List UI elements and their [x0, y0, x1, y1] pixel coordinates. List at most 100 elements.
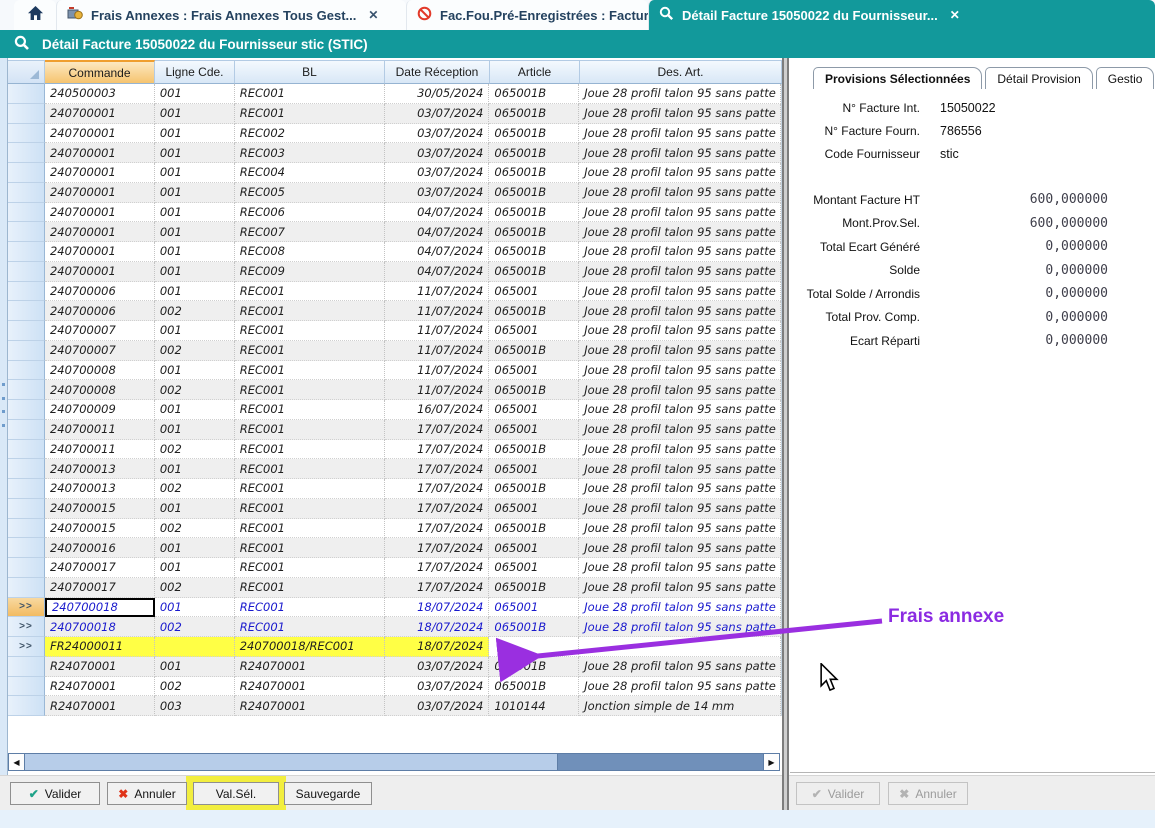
grid-cell[interactable]: REC008 — [235, 242, 385, 262]
grid-cell[interactable]: 240700013 — [45, 459, 155, 479]
table-row[interactable]: 240700001001REC00503/07/2024065001BJoue … — [8, 183, 781, 203]
grid-cell[interactable]: 065001 — [489, 558, 579, 578]
grid-cell[interactable]: REC001 — [235, 341, 385, 361]
grid-cell[interactable]: 001 — [155, 420, 235, 440]
table-row[interactable]: 240700001001REC00103/07/2024065001BJoue … — [8, 104, 781, 124]
grid-cell[interactable]: Joue 28 profil talon 95 sans patte u — [579, 222, 781, 242]
grid-cell[interactable]: 001 — [155, 203, 235, 223]
grid-cell[interactable]: 240700008 — [45, 361, 155, 381]
grid-cell[interactable]: Joue 28 profil talon 95 sans patte u — [579, 380, 781, 400]
grid-cell[interactable]: REC001 — [235, 479, 385, 499]
grid-cell[interactable]: Joue 28 profil talon 95 sans patte u — [579, 84, 781, 104]
grid-cell[interactable]: Joue 28 profil talon 95 sans patte u — [579, 242, 781, 262]
grid-cell[interactable]: Joue 28 profil talon 95 sans patte u — [579, 440, 781, 460]
grid-cell[interactable]: 065001 — [489, 420, 579, 440]
table-row[interactable]: 240700001001REC00904/07/2024065001BJoue … — [8, 262, 781, 282]
grid-cell[interactable]: 065001B — [489, 301, 579, 321]
table-row[interactable]: 240700001001REC00804/07/2024065001BJoue … — [8, 242, 781, 262]
grid-cell[interactable]: Joue 28 profil talon 95 sans patte u — [579, 420, 781, 440]
grid-cell[interactable]: 240700017 — [45, 578, 155, 598]
grid-cell[interactable]: 001 — [155, 321, 235, 341]
table-row[interactable]: 240700015001REC00117/07/2024065001Joue 2… — [8, 499, 781, 519]
grid-cell[interactable]: 001 — [155, 222, 235, 242]
table-row[interactable]: 240700016001REC00117/07/2024065001Joue 2… — [8, 538, 781, 558]
grid-cell[interactable]: 002 — [155, 380, 235, 400]
table-row[interactable]: 240500003001REC00130/05/2024065001BJoue … — [8, 84, 781, 104]
grid-cell[interactable]: 001 — [155, 262, 235, 282]
grid-cell[interactable]: 03/07/2024 — [385, 143, 490, 163]
row-marker[interactable] — [8, 420, 45, 440]
grid-cell[interactable]: 240700001 — [45, 203, 155, 223]
grid-cell[interactable]: Joue 28 profil talon 95 sans patte u — [579, 538, 781, 558]
grid-cell[interactable]: 240700001 — [45, 104, 155, 124]
grid-cell[interactable]: 065001B — [489, 124, 579, 144]
grid-cell[interactable]: R24070001 — [45, 677, 155, 697]
close-icon[interactable]: ✕ — [368, 8, 378, 22]
tab-detail-provision[interactable]: Détail Provision — [985, 67, 1092, 89]
table-row[interactable]: 240700013001REC00117/07/2024065001Joue 2… — [8, 459, 781, 479]
scrollbar-right-arrow[interactable]: ▶ — [763, 754, 779, 770]
row-marker[interactable] — [8, 400, 45, 420]
grid-cell[interactable]: 240500003 — [45, 84, 155, 104]
grid-cell[interactable]: 240700001 — [45, 183, 155, 203]
row-marker[interactable] — [8, 183, 45, 203]
grid-cell[interactable]: 240700001 — [45, 242, 155, 262]
grid-cell[interactable]: 18/07/2024 — [385, 598, 490, 618]
grid-cell[interactable]: Joue 28 profil talon 95 sans patte u — [579, 400, 781, 420]
grid-cell[interactable]: 065001 — [489, 459, 579, 479]
row-marker[interactable] — [8, 104, 45, 124]
table-row[interactable]: 240700001001REC00403/07/2024065001BJoue … — [8, 163, 781, 183]
grid-cell[interactable]: 240700007 — [45, 341, 155, 361]
grid-cell[interactable]: 240700001 — [45, 262, 155, 282]
grid-cell[interactable]: 04/07/2024 — [385, 262, 490, 282]
grid-cell[interactable]: REC007 — [235, 222, 385, 242]
grid-cell[interactable]: 065001B — [489, 341, 579, 361]
grid-cell[interactable]: 001 — [155, 282, 235, 302]
grid-cell[interactable]: 240700011 — [45, 440, 155, 460]
tab-fac-fou-pre-enregistrees[interactable]: Fac.Fou.Pré-Enregistrées : Factures Four… — [406, 0, 648, 30]
grid-cell[interactable]: R24070001 — [45, 696, 155, 716]
row-marker[interactable] — [8, 499, 45, 519]
grid-cell[interactable]: REC001 — [235, 361, 385, 381]
grid-cell[interactable]: 065001B — [489, 222, 579, 242]
table-row[interactable]: >>240700018001REC00118/07/2024065001Joue… — [8, 598, 781, 618]
grid-cell[interactable]: 03/07/2024 — [385, 104, 490, 124]
row-marker[interactable] — [8, 124, 45, 144]
grid-cell[interactable]: 17/07/2024 — [385, 538, 490, 558]
row-marker[interactable] — [8, 677, 45, 697]
grid-cell[interactable]: 04/07/2024 — [385, 242, 490, 262]
scrollbar-track[interactable] — [558, 754, 763, 770]
grid-cell[interactable]: FR24000011 — [45, 637, 155, 657]
grid-cell[interactable]: Joue 28 profil talon 95 sans patte u — [579, 104, 781, 124]
grid-corner-cell[interactable] — [8, 60, 45, 84]
table-row[interactable]: 240700001001REC00303/07/2024065001BJoue … — [8, 143, 781, 163]
grid-cell[interactable]: 11/07/2024 — [385, 301, 490, 321]
grid-cell[interactable]: 240700006 — [45, 301, 155, 321]
grid-cell[interactable]: 065001B — [489, 84, 579, 104]
splitter-grip-icon[interactable] — [2, 383, 6, 427]
grid-cell[interactable]: 002 — [155, 617, 235, 637]
row-marker[interactable]: >> — [8, 617, 45, 637]
grid-cell[interactable]: 11/07/2024 — [385, 380, 490, 400]
row-marker[interactable] — [8, 262, 45, 282]
scrollbar-thumb[interactable] — [25, 754, 558, 770]
grid-cell[interactable]: 065001B — [489, 440, 579, 460]
grid-cell[interactable]: 240700016 — [45, 538, 155, 558]
grid-cell[interactable]: 17/07/2024 — [385, 440, 490, 460]
grid-cell[interactable]: 240700018 — [45, 598, 155, 618]
grid-cell[interactable] — [155, 637, 235, 657]
grid-cell[interactable]: Joue 28 profil talon 95 sans patte u — [579, 677, 781, 697]
grid-cell[interactable]: 240700015 — [45, 519, 155, 539]
panel-valider-button[interactable]: ✔ Valider — [796, 782, 880, 805]
grid-cell[interactable]: REC001 — [235, 321, 385, 341]
grid-cell[interactable]: REC003 — [235, 143, 385, 163]
grid-cell[interactable]: 065001 — [489, 282, 579, 302]
grid-cell[interactable]: 065001B — [489, 677, 579, 697]
grid-cell[interactable]: 17/07/2024 — [385, 499, 490, 519]
grid-cell[interactable]: 03/07/2024 — [385, 696, 490, 716]
grid-cell[interactable]: REC001 — [235, 84, 385, 104]
grid-cell[interactable]: 03/07/2024 — [385, 163, 490, 183]
grid-cell[interactable]: 002 — [155, 301, 235, 321]
grid-cell[interactable]: Joue 28 profil talon 95 sans patte u — [579, 578, 781, 598]
grid-cell[interactable]: 065001 — [489, 598, 579, 618]
